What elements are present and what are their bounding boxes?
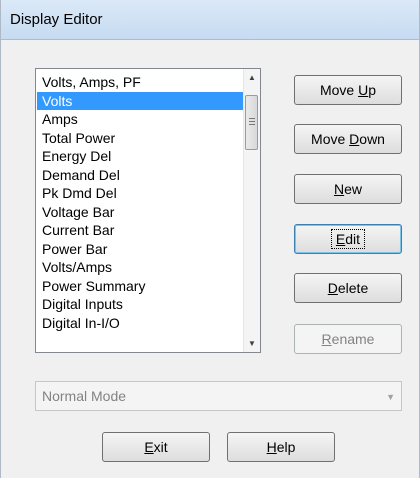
- list-item[interactable]: Volts/Amps: [37, 258, 243, 277]
- label-post: ew: [344, 181, 363, 197]
- display-editor-window: Display Editor Volts, Amps, PF Volts Amps T…: [0, 0, 420, 478]
- label-post: dit: [345, 231, 361, 247]
- grip-line: [249, 124, 255, 125]
- accelerator-key: D: [349, 131, 360, 147]
- display-list: Volts, Amps, PF Volts Amps Total Power Energ…: [37, 73, 243, 332]
- label-post: own: [359, 131, 385, 147]
- accelerator-key: U: [358, 82, 369, 98]
- label-pre: Move: [319, 82, 359, 98]
- accelerator-key: E: [335, 231, 346, 247]
- accelerator-key: R: [321, 331, 332, 347]
- list-item[interactable]: Total Power: [37, 129, 243, 148]
- list-item[interactable]: Energy Del: [37, 147, 243, 166]
- delete-label: Delete: [328, 280, 368, 296]
- vertical-scrollbar[interactable]: ▲ ▼: [243, 69, 260, 352]
- exit-label: Exit: [144, 439, 167, 455]
- list-item[interactable]: Digital In-I/O: [37, 314, 243, 333]
- mode-select[interactable]: Normal Mode ▼: [35, 381, 402, 411]
- new-label: New: [334, 181, 362, 197]
- list-item[interactable]: Power Bar: [37, 240, 243, 259]
- accelerator-key: E: [144, 439, 154, 455]
- edit-label: Edit: [330, 229, 366, 249]
- label-post: elete: [337, 280, 369, 296]
- exit-button[interactable]: Exit: [102, 432, 210, 462]
- edit-button[interactable]: Edit: [294, 224, 402, 254]
- move-up-label: Move Up: [320, 82, 376, 98]
- list-item[interactable]: Volts: [37, 91, 243, 110]
- new-button[interactable]: New: [294, 174, 402, 204]
- accelerator-key: H: [266, 439, 277, 455]
- list-item[interactable]: Demand Del: [37, 166, 243, 185]
- move-down-button[interactable]: Move Down: [294, 124, 402, 154]
- scroll-down-arrow-icon[interactable]: ▼: [244, 335, 260, 352]
- display-listbox[interactable]: Volts, Amps, PF Volts Amps Total Power Energ…: [35, 68, 261, 353]
- scroll-thumb[interactable]: [245, 95, 258, 150]
- list-item[interactable]: Digital Inputs: [37, 295, 243, 314]
- list-item[interactable]: Pk Dmd Del: [37, 184, 243, 203]
- label-post: ename: [331, 331, 375, 347]
- list-item[interactable]: Voltage Bar: [37, 203, 243, 222]
- title-bar[interactable]: Display Editor: [1, 0, 419, 40]
- move-up-button[interactable]: Move Up: [294, 75, 402, 105]
- list-item[interactable]: Power Summary: [37, 277, 243, 296]
- help-label: Help: [267, 439, 296, 455]
- move-down-label: Move Down: [311, 131, 385, 147]
- accelerator-key: D: [327, 280, 338, 296]
- scroll-up-arrow-icon[interactable]: ▲: [244, 69, 260, 86]
- list-item[interactable]: Amps: [37, 110, 243, 129]
- list-item[interactable]: Current Bar: [37, 221, 243, 240]
- mode-select-value: Normal Mode: [42, 388, 127, 404]
- dropdown-arrow-icon[interactable]: ▼: [386, 392, 395, 402]
- accelerator-key: N: [333, 181, 345, 197]
- rename-button[interactable]: Rename: [294, 324, 402, 354]
- label-post: xit: [153, 439, 168, 455]
- help-button[interactable]: Help: [227, 432, 335, 462]
- window-title: Display Editor: [10, 11, 103, 28]
- delete-button[interactable]: Delete: [294, 273, 402, 303]
- list-item[interactable]: Volts, Amps, PF: [37, 73, 243, 92]
- label-post: elp: [276, 439, 296, 455]
- label-post: p: [368, 82, 377, 98]
- grip-line: [249, 118, 255, 119]
- rename-label: Rename: [322, 331, 375, 347]
- label-pre: Move: [311, 131, 350, 147]
- grip-line: [249, 121, 255, 122]
